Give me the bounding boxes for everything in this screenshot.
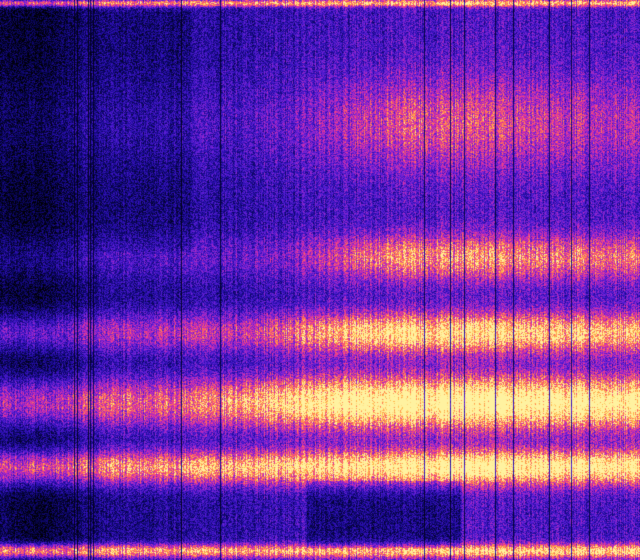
- spectrogram-heatmap: [0, 0, 640, 560]
